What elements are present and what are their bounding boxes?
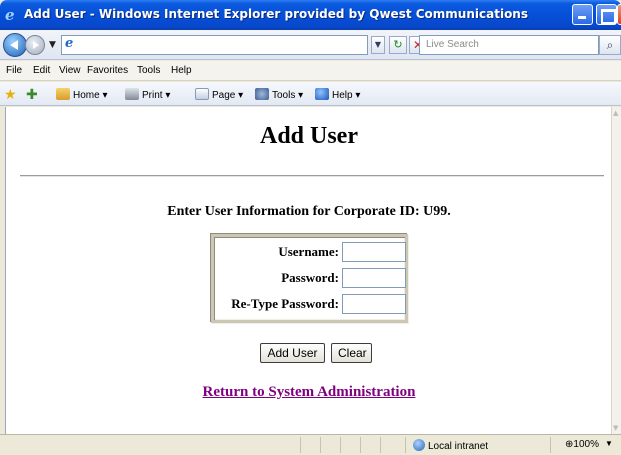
username-label: Username: [278, 244, 339, 259]
menu-view[interactable]: View [59, 65, 81, 76]
retype-password-label: Re-Type Password: [231, 296, 339, 311]
menu-tools[interactable]: Tools [137, 65, 160, 76]
close-button[interactable] [617, 4, 621, 25]
search-input[interactable]: Live Search [419, 35, 599, 55]
tools-label: Tools [272, 90, 296, 101]
retype-password-field[interactable] [342, 294, 406, 314]
retype-password-row: Re-Type Password: [214, 293, 406, 315]
ie-logo-icon: e [5, 6, 15, 24]
menu-edit[interactable]: Edit [33, 65, 50, 76]
print-label: Print [142, 90, 163, 101]
password-row: Password: [214, 267, 406, 289]
menu-bar: File Edit View Favorites Tools Help [0, 61, 621, 81]
home-button[interactable]: Home ▾ [56, 88, 108, 101]
username-row: Username: [214, 241, 406, 263]
maximize-button[interactable] [596, 4, 617, 25]
status-divider [340, 437, 341, 453]
clear-button[interactable]: Clear [331, 343, 372, 363]
zone-label: Local intranet [428, 441, 489, 452]
status-divider [380, 437, 381, 453]
page-menu-icon [195, 88, 209, 100]
help-label: Help [332, 90, 353, 101]
address-row: ▼ e ▼ ↻ ✕ Live Search ⌕ [0, 30, 621, 60]
status-divider [300, 437, 301, 453]
command-bar: ★ ✚ Home ▾ Print ▾ Page ▾ Tools ▾ Help ▾ [0, 82, 621, 106]
gear-icon [255, 88, 269, 100]
recent-pages-dropdown-icon[interactable]: ▼ [49, 40, 56, 50]
title-bar: e Add User - Windows Internet Explorer p… [0, 0, 621, 30]
globe-icon [413, 439, 425, 451]
menu-favorites[interactable]: Favorites [87, 65, 128, 76]
home-icon [56, 88, 70, 100]
page-label: Page [212, 90, 236, 101]
username-field[interactable] [342, 242, 406, 262]
status-divider [360, 437, 361, 453]
security-zone: Local intranet [413, 439, 488, 452]
tools-button[interactable]: Tools ▾ [255, 88, 303, 101]
address-field[interactable]: e [61, 35, 368, 55]
horizontal-divider [20, 175, 604, 177]
page-title: Add User [259, 123, 358, 149]
search-button[interactable]: ⌕ [599, 35, 621, 55]
vertical-scrollbar[interactable]: ▲ ▼ [611, 107, 621, 434]
user-form: Username: Password: Re-Type Password: [211, 234, 408, 323]
zoom-label: 100% [573, 439, 599, 450]
page-icon: e [65, 36, 74, 51]
help-icon [315, 88, 329, 100]
status-bar: Local intranet ⊕100% ▼ [0, 434, 621, 455]
search-icon: ⌕ [606, 38, 614, 52]
add-favorites-icon[interactable]: ✚ [26, 86, 38, 103]
printer-icon [125, 88, 139, 100]
minimize-button[interactable] [572, 4, 593, 25]
refresh-button[interactable]: ↻ [389, 36, 407, 54]
status-divider [320, 437, 321, 453]
home-label: Home [73, 90, 100, 101]
search-placeholder: Live Search [426, 39, 479, 50]
back-button[interactable] [3, 33, 27, 57]
password-label: Password: [281, 270, 339, 285]
menu-help[interactable]: Help [171, 65, 192, 76]
status-divider [405, 437, 406, 453]
return-to-system-administration-link[interactable]: Return to System Administration [6, 384, 612, 401]
print-button[interactable]: Print ▾ [125, 88, 170, 101]
zoom-level[interactable]: ⊕100% [565, 439, 599, 450]
address-dropdown-button[interactable]: ▼ [371, 36, 385, 54]
forward-button[interactable] [25, 35, 45, 55]
menu-file[interactable]: File [6, 65, 22, 76]
zoom-dropdown-icon[interactable]: ▼ [605, 439, 613, 448]
add-user-button[interactable]: Add User [260, 343, 325, 363]
page-subtitle: Enter User Information for Corporate ID:… [167, 204, 451, 219]
page-button[interactable]: Page ▾ [195, 88, 243, 101]
scroll-down-icon[interactable]: ▼ [613, 424, 618, 432]
password-field[interactable] [342, 268, 406, 288]
scroll-up-icon[interactable]: ▲ [613, 109, 618, 117]
page-content: Add User Enter User Information for Corp… [5, 107, 611, 434]
status-divider [550, 437, 551, 453]
favorites-star-icon[interactable]: ★ [4, 86, 17, 103]
help-button[interactable]: Help ▾ [315, 88, 360, 101]
window-title: Add User - Windows Internet Explorer pro… [24, 7, 528, 21]
